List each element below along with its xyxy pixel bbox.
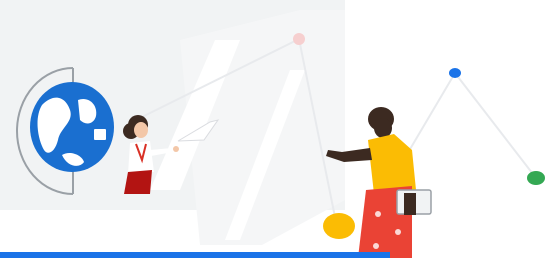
tablet-icon [396, 189, 432, 215]
illustration-canvas [0, 0, 545, 258]
hero-illustration [0, 0, 557, 258]
pink-dot [293, 33, 305, 45]
blue-dot [449, 68, 461, 78]
yellow-dot [323, 213, 355, 239]
bottom-accent-bar [0, 252, 390, 258]
connector-line [454, 72, 537, 179]
green-dot [527, 171, 545, 185]
